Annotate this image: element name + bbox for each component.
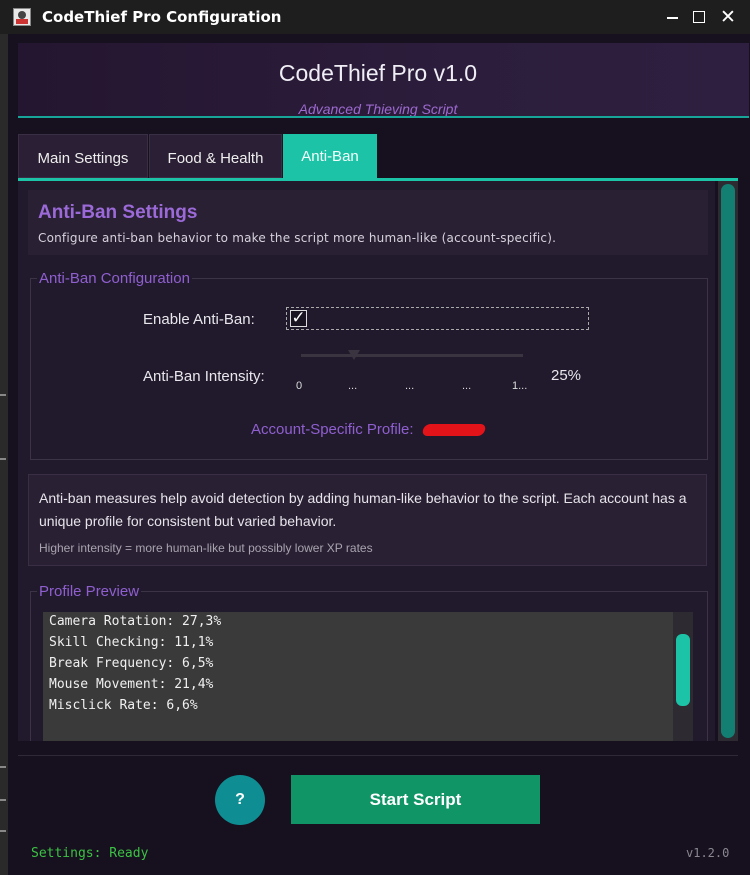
minimize-button[interactable] bbox=[661, 6, 685, 28]
preview-legend: Profile Preview bbox=[37, 583, 142, 600]
intensity-slider-track[interactable] bbox=[301, 354, 523, 357]
intensity-slider-handle[interactable] bbox=[348, 350, 360, 360]
slider-tick: ... bbox=[462, 380, 472, 392]
content-scroll-thumb[interactable] bbox=[721, 184, 735, 738]
footer-divider bbox=[18, 755, 738, 756]
preview-line: Mouse Movement: 21,4% bbox=[49, 677, 214, 692]
status-text: Settings: Ready bbox=[31, 846, 149, 861]
tab-main-settings[interactable]: Main Settings bbox=[18, 134, 148, 178]
intensity-value: 25% bbox=[551, 367, 582, 384]
preview-scroll-thumb[interactable] bbox=[676, 634, 690, 706]
version-label: v1.2.0 bbox=[686, 846, 730, 860]
enable-antiban-focus[interactable]: ✓ bbox=[286, 307, 589, 330]
slider-tick: ... bbox=[348, 380, 358, 392]
info-text: Anti-ban measures help avoid detection b… bbox=[39, 490, 687, 529]
start-script-button[interactable]: Start Script bbox=[291, 775, 540, 824]
enable-antiban-label: Enable Anti-Ban: bbox=[143, 311, 255, 328]
antiban-info-box: Anti-ban measures help avoid detection b… bbox=[28, 474, 707, 566]
antiban-config-group: Anti-Ban Configuration Enable Anti-Ban: … bbox=[30, 270, 708, 460]
slider-tick: 0 bbox=[296, 380, 303, 392]
enable-antiban-checkbox[interactable]: ✓ bbox=[290, 310, 307, 327]
intensity-label: Anti-Ban Intensity: bbox=[143, 368, 265, 385]
config-legend: Anti-Ban Configuration bbox=[37, 270, 192, 287]
tab-content: Anti-Ban Settings Configure anti-ban beh… bbox=[18, 181, 715, 741]
help-button[interactable]: ? bbox=[215, 775, 265, 825]
antiban-description: Configure anti-ban behavior to make the … bbox=[38, 231, 557, 245]
minimize-icon bbox=[667, 17, 678, 19]
info-note: Higher intensity = more human-like but p… bbox=[39, 541, 373, 555]
slider-tick: 1... bbox=[512, 380, 528, 392]
slider-tick: ... bbox=[405, 380, 415, 392]
tab-anti-ban[interactable]: Anti-Ban bbox=[283, 134, 377, 178]
maximize-button[interactable] bbox=[687, 6, 711, 28]
close-icon: ✕ bbox=[720, 6, 736, 28]
tab-food-health[interactable]: Food & Health bbox=[149, 134, 282, 178]
preview-line: Camera Rotation: 27,3% bbox=[49, 614, 222, 629]
title-bar: CodeThief Pro Configuration ✕ bbox=[0, 0, 750, 34]
header-divider bbox=[18, 116, 749, 118]
antiban-header-box: Anti-Ban Settings Configure anti-ban beh… bbox=[28, 190, 708, 255]
app-subtitle: Advanced Thieving Script bbox=[298, 101, 458, 117]
preview-line: Skill Checking: 11,1% bbox=[49, 635, 214, 650]
app-title: CodeThief Pro v1.0 bbox=[278, 60, 478, 86]
close-button[interactable]: ✕ bbox=[716, 6, 740, 28]
maximize-icon bbox=[693, 11, 705, 23]
profile-preview-text[interactable]: Camera Rotation: 27,3% Skill Checking: 1… bbox=[43, 612, 693, 741]
background-window-strip bbox=[0, 34, 8, 875]
app-header: CodeThief Pro v1.0 Advanced Thieving Scr… bbox=[18, 43, 749, 117]
antiban-title: Anti-Ban Settings bbox=[38, 202, 198, 223]
redaction-mark bbox=[421, 424, 487, 436]
app-icon bbox=[13, 8, 31, 26]
window-title: CodeThief Pro Configuration bbox=[42, 8, 282, 26]
preview-line: Misclick Rate: 6,6% bbox=[49, 698, 198, 713]
profile-preview-group: Profile Preview Camera Rotation: 27,3% S… bbox=[30, 583, 708, 741]
profile-label: Account-Specific Profile: bbox=[251, 421, 414, 438]
preview-scrollbar[interactable] bbox=[673, 612, 693, 741]
preview-line: Break Frequency: 6,5% bbox=[49, 656, 214, 671]
content-scrollbar[interactable] bbox=[718, 181, 738, 741]
